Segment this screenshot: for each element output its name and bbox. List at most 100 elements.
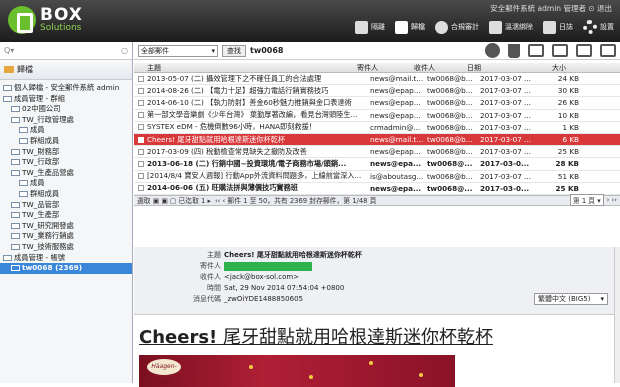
folder-icon <box>11 116 20 123</box>
mail-row[interactable]: 2017-03-09 (四) 稅動檢查常見缺失之撤防及改善 news@epap..… <box>134 146 620 159</box>
tree-item[interactable]: 02中國公司 <box>0 104 132 115</box>
mail-row[interactable]: 2014-06-06 (五) 旺購法拼與薄價技巧實務班 news@epa... tw… <box>134 183 620 195</box>
page-select[interactable]: 第 1 頁 ▾ <box>569 194 604 207</box>
mail-row[interactable]: 2013-05-07 (二) 攝效管理下之不確任員工的合法處理 news@mail… <box>134 73 620 86</box>
body-title-zh[interactable]: 尾牙甜點就用哈根達斯迷你杯乾杯 <box>217 327 493 348</box>
cell-recipient: tw0068@b... <box>427 98 473 108</box>
tree-item[interactable]: TW_技術服務處 <box>0 242 132 253</box>
tree-item[interactable]: TW_業務行銷處 <box>0 231 132 242</box>
body-title-en[interactable]: Cheers! <box>139 327 217 348</box>
clear-icon[interactable]: ○ <box>121 46 128 55</box>
tree-item[interactable]: 個人歸檔 - 安全郵件系統 admin <box>0 83 132 94</box>
cell-subject: 第一部文學音樂劇《少年台灣》 葉勤厚著改編，看見台灣頭陸生... <box>147 110 358 120</box>
folder-icon <box>11 212 20 219</box>
tool-check[interactable]: 溫濡綁除 <box>489 20 533 34</box>
archive-icon <box>395 20 408 34</box>
row-checkbox[interactable] <box>138 112 144 119</box>
row-checkbox[interactable] <box>138 124 144 131</box>
mail-row[interactable]: Cheers! 尾牙甜點就用哈根達斯迷你杯乾杯 news@mail.t... tw0… <box>134 133 620 147</box>
tool-gear[interactable]: 設置 <box>583 20 614 34</box>
cell-size: 25 KB <box>557 147 579 157</box>
folder-icon <box>11 159 20 166</box>
promo-banner[interactable]: Häagen-Dazs <box>139 355 455 387</box>
cell-sender: news@mail.t... <box>370 135 424 145</box>
preview-scrollbar[interactable] <box>614 247 620 383</box>
gear-icon <box>583 20 597 34</box>
row-checkbox[interactable] <box>138 136 144 143</box>
col-subject[interactable]: 主題 <box>134 63 357 73</box>
cell-recipient: tw0068@... <box>427 159 473 169</box>
row-checkbox[interactable] <box>138 87 144 94</box>
sidebar-header[interactable]: 歸檔 <box>0 60 132 80</box>
tree-item[interactable]: 成員管理 - 群組 <box>0 94 132 105</box>
reply-icon[interactable] <box>528 44 544 57</box>
folder-icon <box>11 169 20 176</box>
tool-filter[interactable]: 合規審計 <box>435 20 479 34</box>
cell-size: 24 KB <box>557 74 579 84</box>
tree-item[interactable]: 成員管理 - 帳號 <box>0 253 132 264</box>
encoding-select[interactable]: 繁體中文 (BIG5) ▾ <box>534 293 608 305</box>
col-recipient[interactable]: 收件人 <box>414 63 467 73</box>
tool-archive[interactable]: 歸檔 <box>395 20 425 34</box>
tool-label: 日誌 <box>559 23 573 31</box>
row-checkbox[interactable] <box>138 185 144 192</box>
tree-item[interactable]: TW_行政管理處 <box>0 115 132 126</box>
folder-icon <box>19 137 28 144</box>
col-date[interactable]: 日期 <box>467 63 532 73</box>
tool-quarantine[interactable]: 隔離 <box>355 20 385 34</box>
cell-sender: news@epa... <box>370 159 422 169</box>
cell-date: 2017-03-07 ... <box>480 122 531 132</box>
scope-select[interactable]: 全部郵件 ▾ <box>138 44 218 57</box>
reply-all-icon[interactable] <box>552 44 568 57</box>
tree-item[interactable]: 成員 <box>0 178 132 189</box>
trash-icon[interactable] <box>508 43 520 58</box>
col-size[interactable]: 大小 <box>532 63 574 73</box>
tree-item[interactable]: TW_品管部 <box>0 200 132 211</box>
forward-icon[interactable] <box>576 44 592 57</box>
cell-recipient: tw0068@b... <box>427 110 473 120</box>
row-checkbox[interactable] <box>138 173 144 180</box>
sidebar-search[interactable]: Q▾ ○ <box>0 42 132 60</box>
tree-item[interactable]: TW_生產品營處 <box>0 168 132 179</box>
col-sender[interactable]: 寄件人 <box>357 63 414 73</box>
cell-sender: news@mail.t... <box>370 74 424 84</box>
row-checkbox[interactable] <box>138 160 144 167</box>
tree-item-label: TW_生產品營處 <box>22 167 74 177</box>
cell-sender: news@epap... <box>370 86 421 96</box>
user-line[interactable]: 安全郵件系統 admin 管理者 ⊙ 退出 <box>490 3 612 14</box>
mail-row[interactable]: 2013-06-18 (二) 行銷中國~投資環境/電子商務市場/頭銷... new… <box>134 158 620 171</box>
tool-log[interactable]: 日誌 <box>543 20 573 34</box>
tree-item-label: TW_財務部 <box>22 146 60 156</box>
logo-icon <box>8 6 36 34</box>
tree-item[interactable]: TW_研究開發處 <box>0 221 132 232</box>
brand-name: BOX <box>40 5 83 25</box>
tree-item-label: 群組成員 <box>30 188 60 198</box>
pager-select[interactable]: 選取 ▣ ▣ ▢ 已迄取 1 ▸ <box>137 195 211 205</box>
tree-item[interactable]: TW_財務部 <box>0 147 132 158</box>
row-checkbox[interactable] <box>138 75 144 82</box>
restore-icon[interactable] <box>485 43 500 58</box>
tree-item[interactable]: TW_行政部 <box>0 157 132 168</box>
row-checkbox[interactable] <box>138 148 144 155</box>
row-checkbox[interactable] <box>138 99 144 106</box>
mail-row[interactable]: [2014/8/4 寶安人週報] 行動App外流資料問題多，上線前當深入... i… <box>134 171 620 183</box>
tree-item[interactable]: 群組成員 <box>0 189 132 200</box>
tree-item[interactable]: 群組成員 <box>0 136 132 147</box>
tree-item[interactable]: tw0068 (2369) <box>0 263 132 274</box>
mail-row[interactable]: 第一部文學音樂劇《少年台灣》 葉勤厚著改編，看見台灣頭陸生... news@epa… <box>134 110 620 122</box>
sidebar: Q▾ ○ 歸檔 個人歸檔 - 安全郵件系統 admin 成員管理 - 群組 02中國… <box>0 42 133 383</box>
cell-date: 2017-03-07 ... <box>480 86 531 96</box>
tree-item-label: 成員 <box>30 178 45 188</box>
search-icon[interactable]: Q▾ <box>4 46 14 55</box>
pager-nav[interactable]: › ›› <box>607 196 617 204</box>
export-icon[interactable] <box>600 44 616 57</box>
mail-row[interactable]: 2014-06-10 (二) 【執力防射】善金60秒魅力推銷與金口表達術 news… <box>134 97 620 110</box>
search-button[interactable]: 查找 <box>222 44 246 57</box>
cell-size: 6 KB <box>562 135 579 145</box>
mail-row[interactable]: SYSTEX eDM - 危機倒數96小時，HANA即刻救援！ crmadmin@… <box>134 122 620 134</box>
tree-item-label: tw0068 (2369) <box>22 263 83 273</box>
cell-size: 10 KB <box>557 110 579 120</box>
mail-row[interactable]: 2014-08-26 (二) 【電力十足】超強力電話行銷實務技巧 news@epa… <box>134 85 620 98</box>
tree-item[interactable]: TW_生產部 <box>0 210 132 221</box>
tree-item[interactable]: 成員 <box>0 125 132 136</box>
